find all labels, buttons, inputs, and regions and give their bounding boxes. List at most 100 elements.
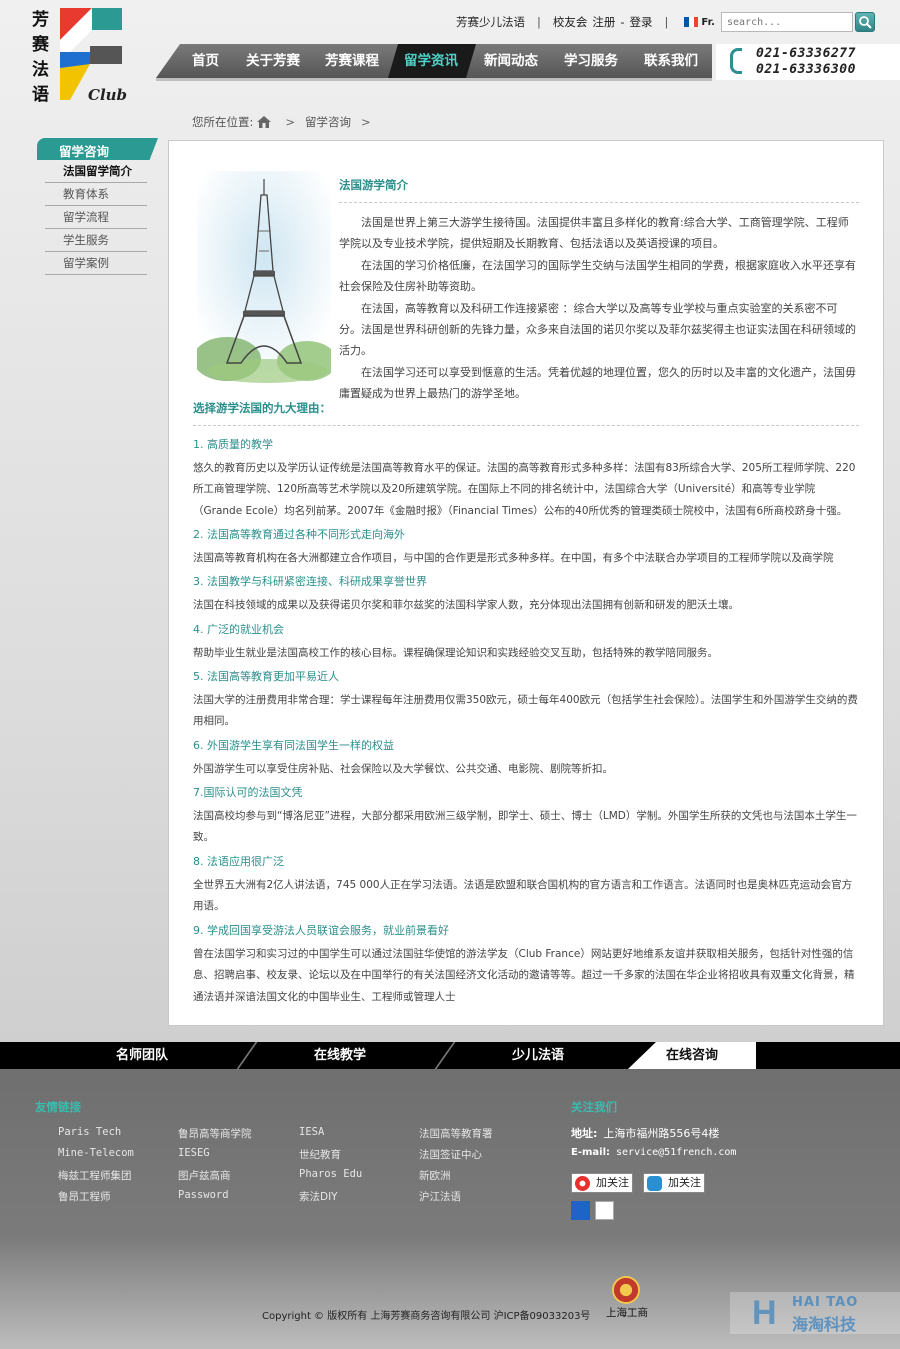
search-input[interactable] xyxy=(721,12,853,32)
sidebar-item-student-services[interactable]: 学生服务 xyxy=(45,229,147,252)
friend-link[interactable]: 世纪教育 xyxy=(299,1147,341,1162)
follow-us-title: 关注我们 xyxy=(571,1100,617,1114)
reasons-title: 选择游学法国的九大理由： xyxy=(193,401,331,415)
phone-box: 021-63336277 021-63336300 xyxy=(716,44,900,80)
logo-char: 赛 xyxy=(32,35,49,55)
friend-link[interactable]: 沪江法语 xyxy=(419,1189,461,1204)
intro-paragraph: 法国是世界上第三大游学生接待国。法国提供丰富且多样化的教育:综合大学、工商管理学… xyxy=(339,216,849,251)
logo-text: 芳 赛 法 语 xyxy=(32,8,52,108)
tab-online-teaching[interactable]: 在线教学 xyxy=(314,1042,366,1069)
nav-item-home[interactable]: 首页 xyxy=(192,44,219,78)
language-french-link[interactable]: Fr. xyxy=(701,17,715,28)
reason-title: 9. 学成回国享受游法人员联谊会服务，就业前景看好 xyxy=(193,924,449,937)
sidebar: 法国留学简介 教育体系 留学流程 学生服务 留学案例 xyxy=(45,160,147,275)
email-value[interactable]: service@51french.com xyxy=(616,1147,736,1158)
friend-link[interactable]: 梅兹工程师集团 xyxy=(58,1168,132,1183)
friend-links-title: 友情链接 xyxy=(35,1100,81,1114)
reason-text: 法国大学的注册费用非常合理：学士课程每年注册费用仅需350欧元，硕士每年400欧… xyxy=(193,694,858,728)
friend-link[interactable]: 法国高等教育署 xyxy=(419,1126,493,1141)
nav-item-about[interactable]: 关于芳赛 xyxy=(246,44,300,78)
eiffel-tower-image xyxy=(197,171,331,383)
kids-french-link[interactable]: 芳赛少儿法语 xyxy=(456,14,525,30)
nav-item-services[interactable]: 学习服务 xyxy=(564,44,618,78)
friend-link[interactable]: 新欧洲 xyxy=(419,1168,451,1183)
breadcrumb-separator: > xyxy=(361,115,371,129)
sidebar-item-process[interactable]: 留学流程 xyxy=(45,206,147,229)
search-button[interactable] xyxy=(855,12,875,32)
alumni-link[interactable]: 校友会 xyxy=(553,14,588,30)
copyright: Copyright © 版权所有 上海芳赛商务咨询有限公司 沪ICP备09033… xyxy=(262,1311,591,1322)
reason-title: 2. 法国高等教育通过各种不同形式走向海外 xyxy=(193,528,405,541)
friend-link[interactable]: 鲁昂高等商学院 xyxy=(178,1126,252,1141)
nav-item-study-abroad[interactable]: 留学资讯 xyxy=(404,44,458,78)
friend-link[interactable]: IESEG xyxy=(178,1147,210,1159)
weibo-follow-button[interactable]: 加关注 xyxy=(571,1173,633,1193)
nav-item-contact[interactable]: 联系我们 xyxy=(644,44,698,78)
footer-address: 地址: 上海市福州路556号4楼 xyxy=(571,1125,719,1141)
reason-item: 5. 法国高等教育更加平易近人 法国大学的注册费用非常合理：学士课程每年注册费用… xyxy=(193,669,859,733)
sidebar-item-education-system[interactable]: 教育体系 xyxy=(45,183,147,206)
reason-title: 4. 广泛的就业机会 xyxy=(193,623,284,636)
separator: | xyxy=(537,15,541,29)
phone-icon xyxy=(730,48,742,74)
phone-number: 021-63336277 xyxy=(756,46,856,61)
friend-link[interactable]: Pharos Edu xyxy=(299,1168,362,1180)
reason-text: 全世界五大洲有2亿人讲法语，745 000人正在学习法语。法语是欧盟和联合国机构… xyxy=(193,879,853,913)
friend-link[interactable]: 图卢兹高商 xyxy=(178,1168,231,1183)
reason-title: 8. 法语应用很广泛 xyxy=(193,855,284,868)
reason-item: 2. 法国高等教育通过各种不同形式走向海外 法国高等教育机构在各大洲都建立合作项… xyxy=(193,527,859,569)
qq-weibo-follow-button[interactable]: 加关注 xyxy=(643,1173,705,1193)
reason-item: 9. 学成回国享受游法人员联谊会服务，就业前景看好 曾在法国学习和实习过的中国学… xyxy=(193,923,859,1008)
friend-link[interactable]: IESA xyxy=(299,1126,324,1138)
login-link[interactable]: 登录 xyxy=(630,14,653,30)
separator: - xyxy=(620,15,625,29)
divider xyxy=(339,202,859,203)
friend-link[interactable]: 鲁昂工程师 xyxy=(58,1189,111,1204)
youku-icon[interactable] xyxy=(595,1201,614,1220)
reason-item: 1. 高质量的教学 悠久的教育历史以及学历认证传统是法国高等教育水平的保证。法国… xyxy=(193,437,859,522)
separator: | xyxy=(664,15,669,29)
friend-link[interactable]: Mine-Telecom xyxy=(58,1147,134,1159)
register-link[interactable]: 注册 xyxy=(592,14,615,30)
logo[interactable]: 芳 赛 法 语 Club xyxy=(30,6,130,106)
address-value: 上海市福州路556号4楼 xyxy=(603,1127,720,1140)
logo-char: 芳 xyxy=(32,10,49,30)
gongshang-label[interactable]: 上海工商 xyxy=(606,1305,648,1320)
qq-weibo-icon xyxy=(647,1176,662,1191)
weibo-icon xyxy=(575,1176,590,1191)
reason-item: 4. 广泛的就业机会 帮助毕业生就业是法国高校工作的核心目标。课程确保理论知识和… xyxy=(193,622,859,664)
friend-link[interactable]: 法国签证中心 xyxy=(419,1147,482,1162)
renren-icon[interactable] xyxy=(571,1201,590,1220)
gongshang-badge-icon[interactable] xyxy=(612,1276,640,1304)
sidebar-title: 留学咨询 xyxy=(37,138,158,160)
tab-online-consult[interactable]: 在线咨询 xyxy=(666,1042,718,1069)
reason-text: 外国游学生可以享受住房补贴、社会保险以及大学餐饮、公共交通、电影院、剧院等折扣。 xyxy=(193,763,613,775)
divider xyxy=(193,425,859,426)
intro-text: 法国是世界上第三大游学生接待国。法国提供丰富且多样化的教育:综合大学、工商管理学… xyxy=(339,212,859,405)
qq-weibo-follow-label: 加关注 xyxy=(668,1176,701,1189)
weibo-follow-label: 加关注 xyxy=(596,1176,629,1189)
tab-kids-french[interactable]: 少儿法语 xyxy=(512,1042,564,1069)
reason-item: 8. 法语应用很广泛 全世界五大洲有2亿人讲法语，745 000人正在学习法语。… xyxy=(193,854,859,918)
nav-item-news[interactable]: 新闻动态 xyxy=(484,44,538,78)
french-flag-icon[interactable] xyxy=(684,17,699,27)
friend-link[interactable]: 索法DIY xyxy=(299,1189,338,1204)
watermark-text: 海淘科技 xyxy=(792,1315,857,1334)
logo-char: 语 xyxy=(32,85,49,105)
main-nav: 首页 关于芳赛 芳赛课程 留学资讯 新闻动态 学习服务 联系我们 xyxy=(156,44,712,78)
nav-item-courses[interactable]: 芳赛课程 xyxy=(325,44,379,78)
home-icon[interactable] xyxy=(257,116,272,128)
friend-link[interactable]: Paris Tech xyxy=(58,1126,121,1138)
intro-paragraph: 在法国的学习价格低廉，在法国学习的国际学生交纳与法国学生相同的学费，根据家庭收入… xyxy=(339,258,856,294)
sidebar-item-intro[interactable]: 法国留学简介 xyxy=(45,160,147,183)
reason-title: 3. 法国教学与科研紧密连接、科研成果享誉世界 xyxy=(193,575,427,588)
friend-link[interactable]: Password xyxy=(178,1189,229,1201)
breadcrumb-current[interactable]: 留学咨询 xyxy=(305,114,351,130)
reason-title: 5. 法国高等教育更加平易近人 xyxy=(193,670,339,683)
sidebar-item-cases[interactable]: 留学案例 xyxy=(45,252,147,275)
intro-title: 法国游学简介 xyxy=(339,178,408,192)
phone-number: 021-63336300 xyxy=(756,62,856,77)
tab-divider xyxy=(434,1042,456,1069)
tab-teachers[interactable]: 名师团队 xyxy=(116,1042,168,1069)
intro-paragraph: 在法国，高等教育以及科研工作连接紧密 ：综合大学以及高等专业学校与重点实验室的关… xyxy=(339,301,856,358)
